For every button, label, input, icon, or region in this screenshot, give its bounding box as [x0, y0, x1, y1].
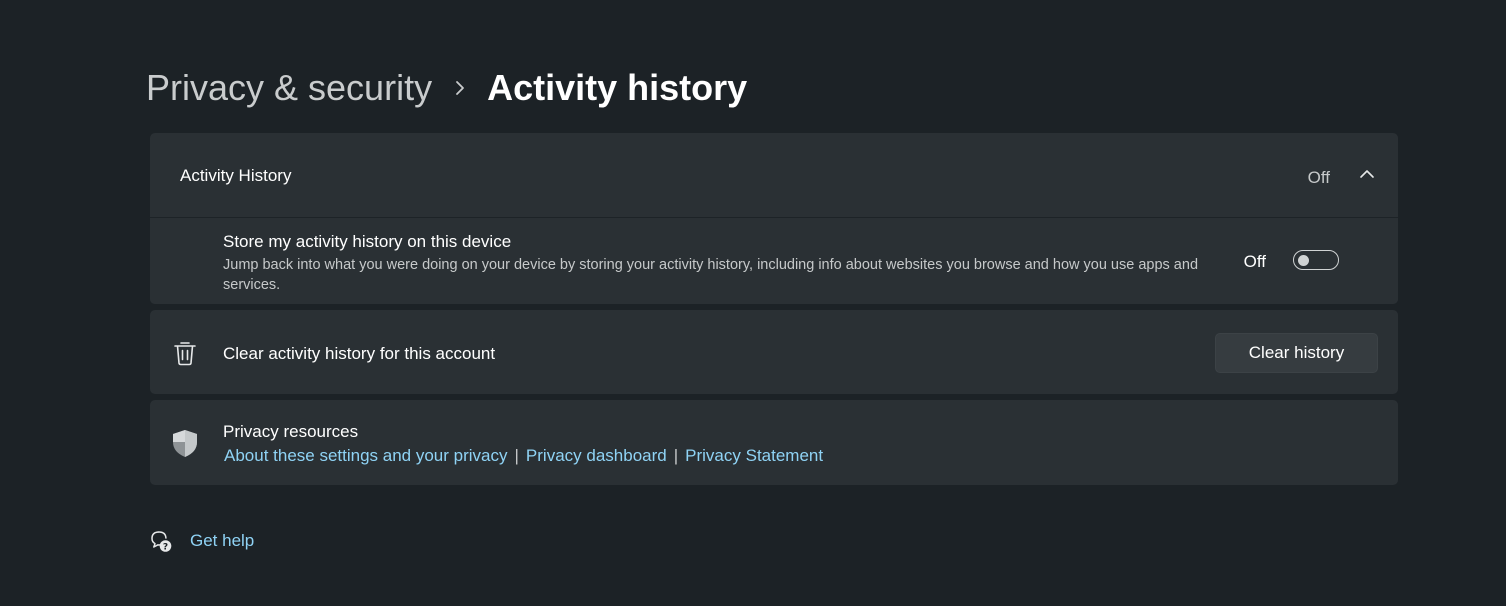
setting-description: Jump back into what you were doing on yo…: [223, 257, 1199, 293]
shield-icon: [171, 428, 199, 458]
clear-history-card: Clear activity history for this account …: [150, 310, 1398, 394]
setting-title: Store my activity history on this device: [223, 232, 512, 251]
trash-icon: [172, 339, 198, 367]
svg-text:?: ?: [163, 542, 168, 552]
activity-history-expander: Activity History Off Store my activity h…: [150, 133, 1398, 304]
privacy-resources-title: Privacy resources: [223, 422, 359, 441]
chevron-right-icon: [432, 64, 487, 112]
expander-status: Off: [1307, 168, 1330, 187]
activity-history-expander-header[interactable]: Activity History Off: [150, 133, 1398, 217]
privacy-dashboard-link[interactable]: Privacy dashboard: [525, 446, 668, 466]
help-icon: ?: [148, 529, 172, 553]
page-title: Activity history: [487, 67, 748, 108]
toggle-knob: [1298, 254, 1309, 266]
toggle-state-label: Off: [1243, 252, 1266, 271]
about-settings-privacy-link[interactable]: About these settings and your privacy: [223, 446, 509, 466]
privacy-resources-card: Privacy resources About these settings a…: [150, 400, 1398, 485]
store-activity-history-toggle[interactable]: [1293, 250, 1339, 270]
get-help-label: Get help: [190, 531, 255, 550]
privacy-resources-links: About these settings and your privacy | …: [223, 446, 824, 466]
breadcrumb-parent-link[interactable]: Privacy & security: [146, 67, 432, 109]
link-separator: |: [673, 446, 679, 465]
privacy-statement-link[interactable]: Privacy Statement: [684, 446, 824, 466]
clear-history-label: Clear activity history for this account: [223, 344, 496, 363]
settings-page: Privacy & security Activity history Acti…: [0, 0, 1506, 606]
clear-history-button[interactable]: Clear history: [1215, 333, 1378, 373]
breadcrumb: Privacy & security Activity history: [146, 64, 747, 112]
store-activity-history-setting: Store my activity history on this device…: [150, 218, 1398, 304]
link-separator: |: [514, 446, 519, 465]
chevron-up-icon[interactable]: [1358, 167, 1376, 181]
get-help-link[interactable]: ? Get help: [148, 527, 254, 555]
expander-title: Activity History: [180, 166, 292, 185]
